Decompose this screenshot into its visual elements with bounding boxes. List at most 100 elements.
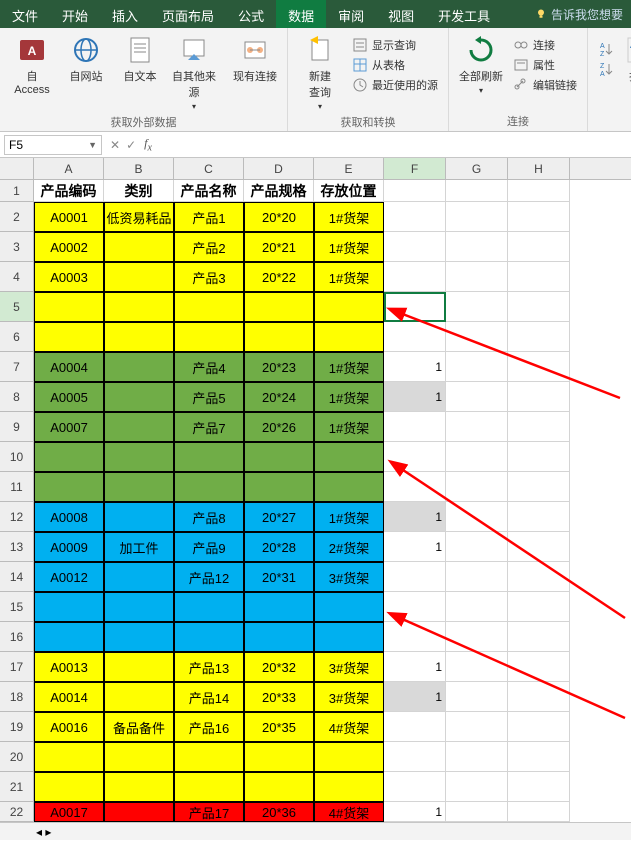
cell[interactable]: A0003 (34, 262, 104, 292)
cell[interactable] (446, 562, 508, 592)
cell[interactable] (508, 742, 570, 772)
cell[interactable] (508, 292, 570, 322)
cell[interactable]: 1#货架 (314, 232, 384, 262)
menu-file[interactable]: 文件 (0, 0, 50, 28)
cell[interactable] (446, 412, 508, 442)
cell[interactable] (384, 772, 446, 802)
cell[interactable] (174, 592, 244, 622)
cell[interactable] (384, 712, 446, 742)
cell[interactable]: A0001 (34, 202, 104, 232)
cell[interactable] (384, 292, 446, 322)
cell[interactable] (446, 180, 508, 202)
btn-connections[interactable]: 连接 (509, 36, 581, 54)
cell[interactable] (244, 772, 314, 802)
cell[interactable] (446, 502, 508, 532)
cell[interactable] (508, 652, 570, 682)
cell[interactable] (174, 292, 244, 322)
cell[interactable]: 3#货架 (314, 682, 384, 712)
cell[interactable] (446, 352, 508, 382)
cell[interactable]: 产品14 (174, 682, 244, 712)
cancel-icon[interactable]: ✕ (110, 138, 120, 152)
header-cell[interactable]: 产品名称 (174, 180, 244, 202)
cell[interactable] (508, 352, 570, 382)
cell[interactable]: 产品17 (174, 802, 244, 822)
cell[interactable]: 备品备件 (104, 712, 174, 742)
cell[interactable] (34, 592, 104, 622)
cell[interactable] (446, 292, 508, 322)
row-header[interactable]: 22 (0, 802, 34, 822)
row-header[interactable]: 1 (0, 180, 34, 202)
row-header[interactable]: 7 (0, 352, 34, 382)
cell[interactable] (446, 532, 508, 562)
header-cell[interactable]: 存放位置 (314, 180, 384, 202)
cell[interactable]: 3#货架 (314, 652, 384, 682)
col-header-D[interactable]: D (244, 158, 314, 179)
cell[interactable]: 产品16 (174, 712, 244, 742)
cell[interactable]: 产品1 (174, 202, 244, 232)
cell[interactable] (244, 472, 314, 502)
cell[interactable] (174, 472, 244, 502)
cell[interactable]: 加工件 (104, 532, 174, 562)
cell[interactable] (384, 742, 446, 772)
cell[interactable] (446, 442, 508, 472)
cell[interactable] (384, 322, 446, 352)
cell[interactable]: A0005 (34, 382, 104, 412)
cell[interactable] (446, 802, 508, 822)
cell[interactable] (384, 262, 446, 292)
cell[interactable]: 产品13 (174, 652, 244, 682)
cell[interactable]: 20*31 (244, 562, 314, 592)
cell[interactable] (384, 592, 446, 622)
cell[interactable] (384, 412, 446, 442)
cell[interactable]: 1#货架 (314, 412, 384, 442)
cell[interactable]: A0009 (34, 532, 104, 562)
cell[interactable] (104, 622, 174, 652)
row-header[interactable]: 2 (0, 202, 34, 232)
cell[interactable] (244, 592, 314, 622)
cell[interactable] (104, 682, 174, 712)
btn-recent-sources[interactable]: 最近使用的源 (348, 76, 442, 94)
cell[interactable] (446, 262, 508, 292)
cell[interactable] (104, 412, 174, 442)
cell[interactable] (384, 622, 446, 652)
cell[interactable] (174, 742, 244, 772)
tell-me-box[interactable]: 告诉我您想要 (527, 0, 631, 28)
cell[interactable]: 1 (384, 802, 446, 822)
menu-formula[interactable]: 公式 (226, 0, 276, 28)
cell[interactable]: A0012 (34, 562, 104, 592)
cell[interactable]: 20*22 (244, 262, 314, 292)
cell[interactable] (508, 262, 570, 292)
cell[interactable]: 产品3 (174, 262, 244, 292)
cell[interactable] (508, 322, 570, 352)
cell[interactable]: A0013 (34, 652, 104, 682)
row-header[interactable]: 14 (0, 562, 34, 592)
row-header[interactable]: 12 (0, 502, 34, 532)
cell[interactable] (34, 622, 104, 652)
cell[interactable]: 20*32 (244, 652, 314, 682)
cell[interactable]: A0007 (34, 412, 104, 442)
btn-sort-dialog[interactable]: AZ 排序 (620, 32, 631, 86)
cell[interactable] (508, 772, 570, 802)
cell[interactable] (34, 442, 104, 472)
cell[interactable]: 4#货架 (314, 802, 384, 822)
cell[interactable]: 1#货架 (314, 352, 384, 382)
btn-properties[interactable]: 属性 (509, 56, 581, 74)
col-header-A[interactable]: A (34, 158, 104, 179)
cell[interactable]: 20*36 (244, 802, 314, 822)
row-header[interactable]: 21 (0, 772, 34, 802)
col-header-B[interactable]: B (104, 158, 174, 179)
cell[interactable] (34, 472, 104, 502)
cell[interactable]: 1#货架 (314, 262, 384, 292)
btn-from-access[interactable]: A 自 Access (6, 32, 58, 98)
cell[interactable] (446, 382, 508, 412)
cell[interactable]: 1#货架 (314, 382, 384, 412)
cell[interactable] (314, 592, 384, 622)
cell[interactable]: 1 (384, 682, 446, 712)
cell[interactable]: 产品12 (174, 562, 244, 592)
cell[interactable]: 20*21 (244, 232, 314, 262)
row-header[interactable]: 8 (0, 382, 34, 412)
cell[interactable]: 1#货架 (314, 502, 384, 532)
cell[interactable] (446, 322, 508, 352)
cell[interactable] (446, 682, 508, 712)
cell[interactable] (104, 442, 174, 472)
cell[interactable]: 3#货架 (314, 562, 384, 592)
